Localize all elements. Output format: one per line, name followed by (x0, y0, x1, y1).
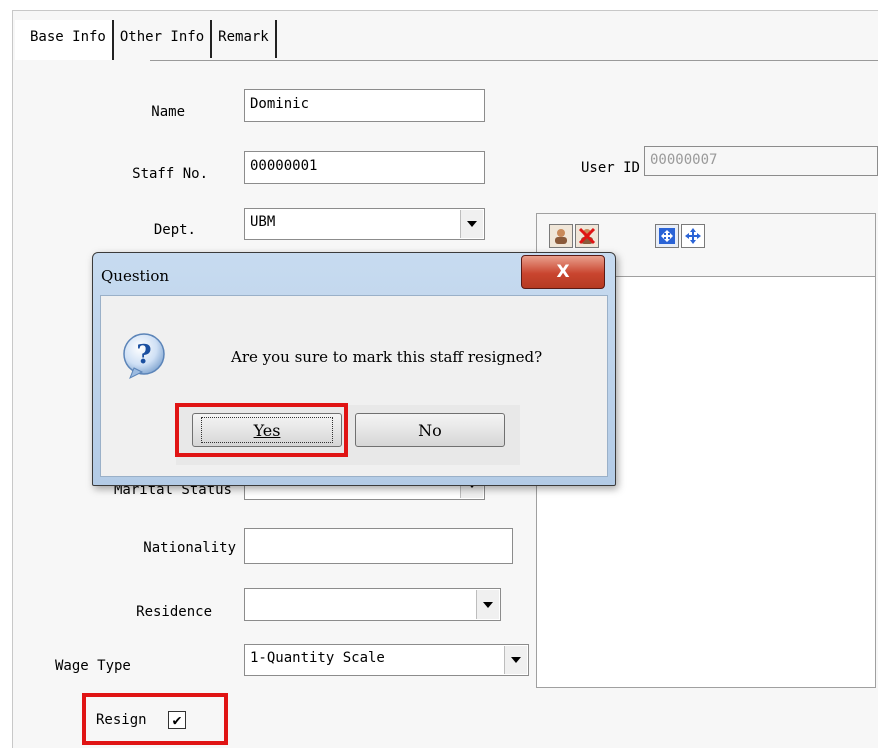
tab-strip: Base Info Other Info Remark (15, 20, 277, 60)
user-id-field: 00000007 (644, 146, 878, 176)
staff-no-label: Staff No. (132, 166, 208, 182)
no-button[interactable]: No (355, 413, 505, 447)
wage-type-label: Wage Type (55, 658, 131, 674)
move-icon[interactable] (681, 224, 705, 248)
question-icon: ? (123, 333, 165, 380)
wage-type-dropdown-button[interactable] (504, 646, 527, 674)
dialog-title: Question (101, 267, 170, 285)
person-icon[interactable] (549, 224, 573, 248)
residence-label: Residence (136, 604, 212, 620)
checkmark-icon: ✔ (172, 710, 182, 729)
residence-select[interactable] (244, 588, 501, 621)
chevron-down-icon (511, 657, 521, 663)
svg-text:?: ? (136, 340, 151, 370)
tab-base-info[interactable]: Base Info (15, 20, 114, 60)
resign-checkbox[interactable]: ✔ (168, 711, 186, 729)
tab-other-info[interactable]: Other Info (113, 20, 213, 58)
resign-label: Resign (96, 712, 147, 728)
dept-dropdown-button[interactable] (460, 210, 483, 238)
name-label: Name (151, 104, 185, 120)
wage-type-value: 1-Quantity Scale (250, 650, 385, 666)
chevron-down-icon (483, 601, 493, 608)
dialog-message: Are you sure to mark this staff resigned… (231, 348, 543, 366)
user-id-label: User ID (580, 160, 640, 176)
fit-icon[interactable] (655, 224, 679, 248)
wage-type-select[interactable]: 1-Quantity Scale (244, 644, 529, 676)
no-button-label: No (418, 420, 442, 440)
nationality-field[interactable] (244, 528, 513, 564)
name-field[interactable]: Dominic (244, 89, 485, 122)
dept-select[interactable]: UBM (244, 208, 485, 240)
yes-highlight-box (175, 403, 348, 457)
chevron-down-icon (467, 221, 477, 227)
residence-dropdown-button[interactable] (476, 590, 499, 619)
person-remove-icon[interactable] (575, 224, 599, 248)
dialog-close-button[interactable]: X (521, 255, 605, 289)
nationality-label: Nationality (143, 540, 236, 556)
staff-no-field[interactable]: 00000001 (244, 151, 485, 184)
close-icon: X (556, 262, 570, 282)
dept-value: UBM (250, 214, 276, 230)
tab-divider (150, 60, 878, 61)
tab-remark[interactable]: Remark (212, 20, 277, 58)
dept-label: Dept. (153, 222, 196, 238)
